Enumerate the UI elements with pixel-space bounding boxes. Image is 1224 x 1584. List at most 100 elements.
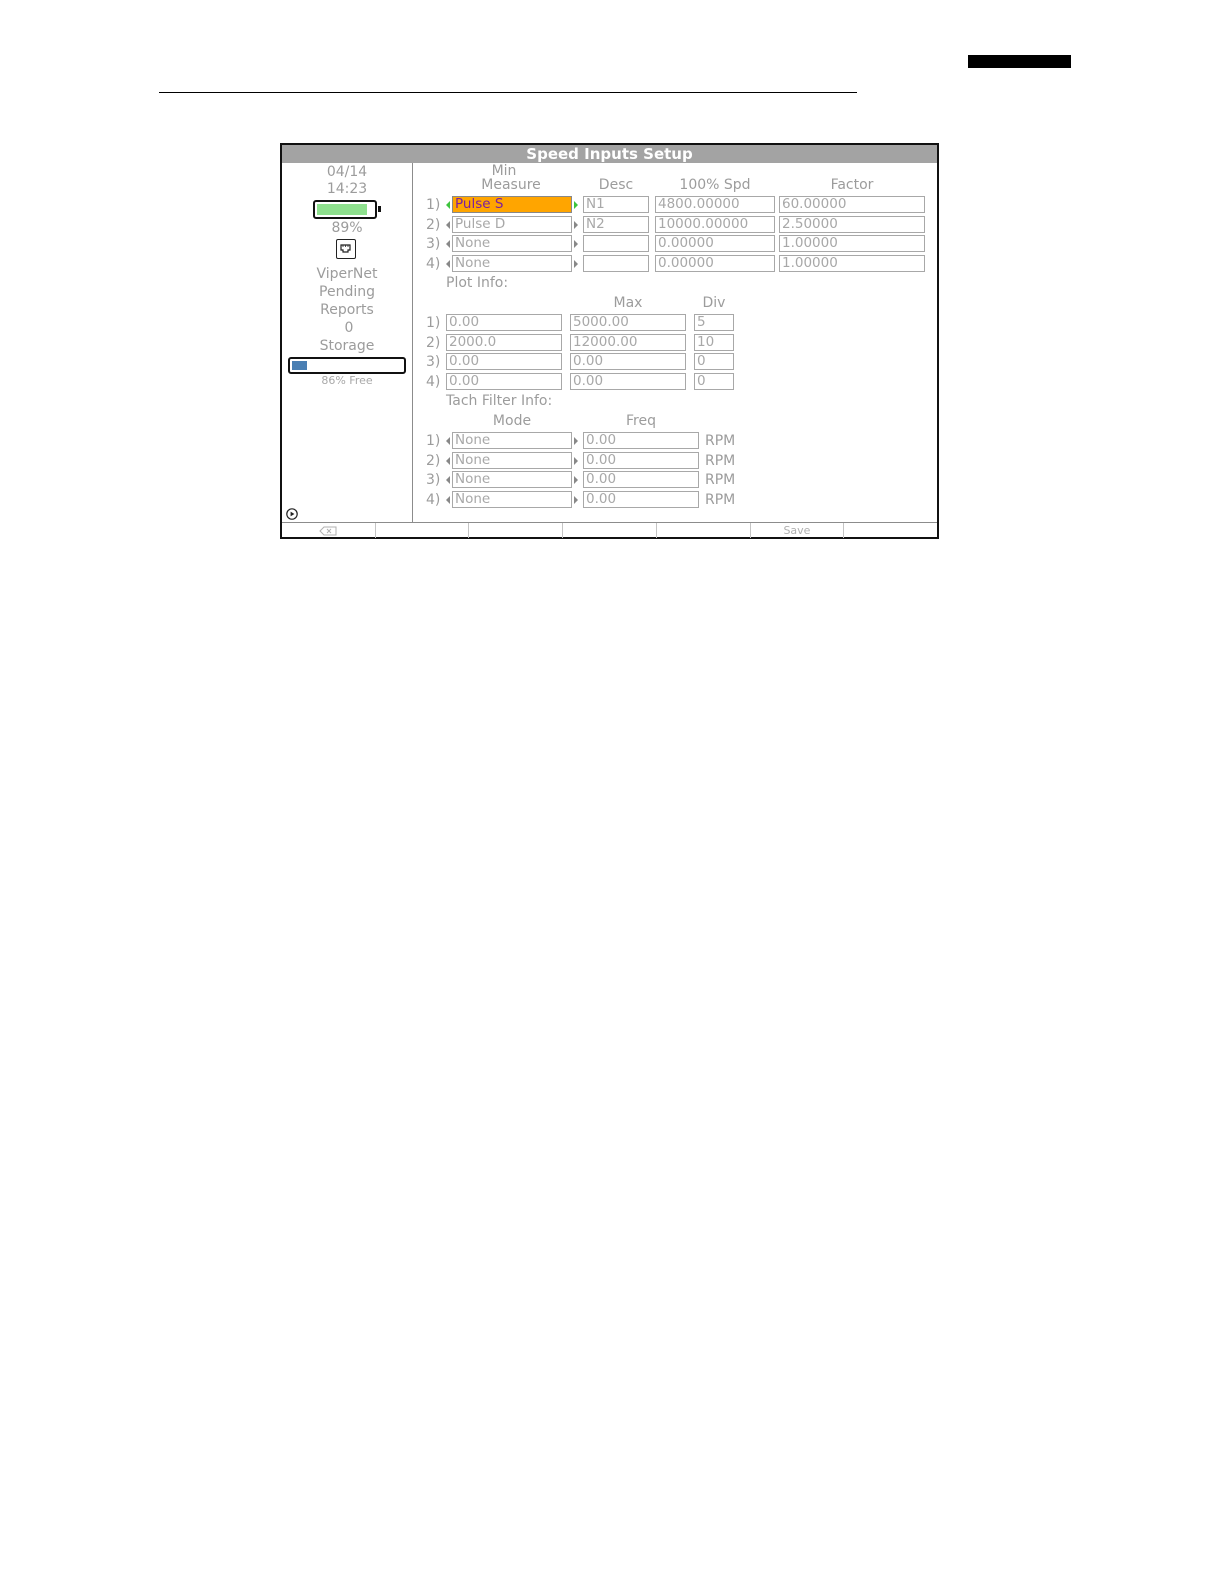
save-softkey[interactable]: Save — [751, 523, 845, 538]
desc-input[interactable]: N2 — [583, 216, 649, 233]
measure-next-arrow[interactable] — [574, 221, 578, 229]
battery-icon — [313, 200, 381, 219]
spd-input[interactable]: 4800.00000 — [655, 196, 775, 213]
factor-input[interactable]: 60.00000 — [779, 196, 925, 213]
mode-next-arrow[interactable] — [574, 437, 578, 445]
plot-div-input[interactable]: 0 — [694, 373, 734, 390]
plot-div-input[interactable]: 5 — [694, 314, 734, 331]
row-number: 1) — [426, 433, 441, 449]
row-number: 4) — [426, 374, 441, 390]
tach-freq-input[interactable]: 0.00 — [583, 471, 699, 488]
rpm-unit-label: RPM — [705, 453, 736, 469]
pending-reports-count: 0 — [344, 320, 354, 336]
plot-min-input[interactable]: 2000.0 — [446, 334, 562, 351]
row-number: 3) — [426, 354, 441, 370]
time-label: 14:23 — [326, 181, 368, 197]
plot-max-input[interactable]: 0.00 — [570, 373, 686, 390]
factor-input[interactable]: 1.00000 — [779, 235, 925, 252]
measure-select[interactable]: None — [452, 235, 572, 252]
measure-prev-arrow[interactable] — [446, 201, 450, 209]
row-number: 1) — [426, 197, 441, 213]
softkey-bar: Save — [282, 522, 937, 538]
tach-freq-input[interactable]: 0.00 — [583, 452, 699, 469]
plot-div-input[interactable]: 10 — [694, 334, 734, 351]
pending-label: Pending — [319, 284, 375, 300]
mode-header: Mode — [492, 413, 532, 429]
softkey-2[interactable] — [376, 523, 470, 538]
softkey-4[interactable] — [563, 523, 657, 538]
measure-header: Measure — [481, 177, 541, 193]
spd-input[interactable]: 10000.00000 — [655, 216, 775, 233]
measure-prev-arrow[interactable] — [446, 240, 450, 248]
tach-mode-select[interactable]: None — [452, 471, 572, 488]
row-number: 2) — [426, 335, 441, 351]
measure-next-arrow[interactable] — [574, 260, 578, 268]
tach-mode-select[interactable]: None — [452, 432, 572, 449]
plot-max-input[interactable]: 5000.00 — [570, 314, 686, 331]
mode-prev-arrow[interactable] — [446, 437, 450, 445]
tach-freq-input[interactable]: 0.00 — [583, 491, 699, 508]
spd-header: 100% Spd — [679, 177, 751, 193]
date-label: 04/14 — [326, 164, 368, 180]
battery-tip — [378, 206, 381, 212]
measure-next-arrow[interactable] — [574, 201, 578, 209]
screen-title: Speed Inputs Setup — [282, 145, 937, 163]
max-header: Max — [613, 295, 643, 311]
div-header: Div — [702, 295, 726, 311]
storage-used-fill — [292, 361, 307, 370]
measure-prev-arrow[interactable] — [446, 221, 450, 229]
device-screen: Speed Inputs Setup 04/14 14:23 89% Viper… — [280, 143, 939, 539]
tach-freq-input[interactable]: 0.00 — [583, 432, 699, 449]
softkey-backspace[interactable] — [282, 523, 376, 538]
plot-max-input[interactable]: 12000.00 — [570, 334, 686, 351]
rpm-unit-label: RPM — [705, 433, 736, 449]
setup-panel: Measure Desc 100% Spd Factor 1) Pulse S … — [413, 163, 937, 522]
page-tab-marker — [968, 55, 1071, 68]
row-number: 3) — [426, 472, 441, 488]
mode-prev-arrow[interactable] — [446, 457, 450, 465]
tach-filter-title: Tach Filter Info: — [446, 393, 553, 409]
mode-next-arrow[interactable] — [574, 496, 578, 504]
mode-next-arrow[interactable] — [574, 476, 578, 484]
battery-percent-label: 89% — [331, 220, 363, 236]
spd-input[interactable]: 0.00000 — [655, 255, 775, 272]
play-circle-icon[interactable] — [286, 505, 298, 520]
softkey-7[interactable] — [844, 523, 937, 538]
storage-bar — [288, 357, 406, 374]
measure-select[interactable]: Pulse S — [452, 196, 572, 213]
softkey-5[interactable] — [657, 523, 751, 538]
reports-label: Reports — [320, 302, 374, 318]
tach-mode-select[interactable]: None — [452, 491, 572, 508]
desc-input[interactable] — [583, 255, 649, 272]
rpm-unit-label: RPM — [705, 492, 736, 508]
softkey-3[interactable] — [469, 523, 564, 538]
factor-input[interactable]: 2.50000 — [779, 216, 925, 233]
min-header: Min — [491, 163, 517, 179]
mode-next-arrow[interactable] — [574, 457, 578, 465]
desc-input[interactable] — [583, 235, 649, 252]
mode-prev-arrow[interactable] — [446, 496, 450, 504]
plot-min-input[interactable]: 0.00 — [446, 373, 562, 390]
page-header-rule — [159, 92, 857, 93]
measure-prev-arrow[interactable] — [446, 260, 450, 268]
measure-select[interactable]: None — [452, 255, 572, 272]
plot-div-input[interactable]: 0 — [694, 353, 734, 370]
measure-next-arrow[interactable] — [574, 240, 578, 248]
desc-input[interactable]: N1 — [583, 196, 649, 213]
factor-input[interactable]: 1.00000 — [779, 255, 925, 272]
plot-min-input[interactable]: 0.00 — [446, 353, 562, 370]
freq-header: Freq — [626, 413, 656, 429]
measure-select[interactable]: Pulse D — [452, 216, 572, 233]
storage-free-label: 86% Free — [321, 374, 373, 387]
tach-mode-select[interactable]: None — [452, 452, 572, 469]
factor-header: Factor — [830, 177, 874, 193]
plot-max-input[interactable]: 0.00 — [570, 353, 686, 370]
plot-info-title: Plot Info: — [446, 275, 509, 291]
vipernet-label: ViperNet — [316, 266, 378, 282]
plot-min-input[interactable]: 0.00 — [446, 314, 562, 331]
mode-prev-arrow[interactable] — [446, 476, 450, 484]
spd-input[interactable]: 0.00000 — [655, 235, 775, 252]
status-sidebar: 04/14 14:23 89% ViperNet Pending Reports… — [282, 163, 413, 522]
battery-level — [317, 204, 367, 215]
row-number: 2) — [426, 217, 441, 233]
